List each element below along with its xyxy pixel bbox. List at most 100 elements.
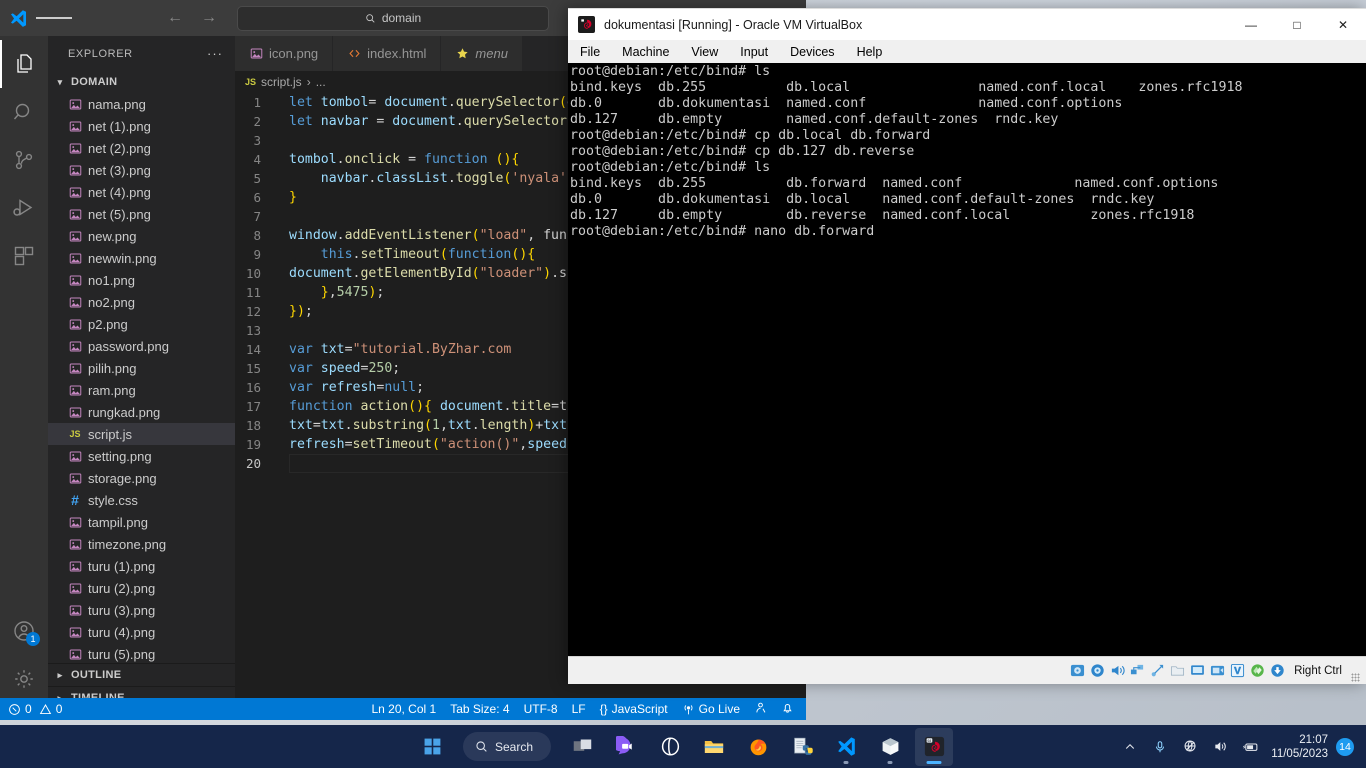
file-item-ram-png[interactable]: ram.png xyxy=(48,379,235,401)
status-go-live[interactable]: Go Live xyxy=(682,702,740,716)
network-globe-icon[interactable] xyxy=(1175,728,1205,766)
file-item-turu-4-png[interactable]: turu (4).png xyxy=(48,621,235,643)
vb-menu-devices[interactable]: Devices xyxy=(790,45,834,59)
virtualbox-menubar[interactable]: File Machine View Input Devices Help xyxy=(568,40,1366,63)
line-text: function action(){ document.title=t xyxy=(289,399,568,414)
explorer-more-actions-icon[interactable]: ··· xyxy=(207,46,223,61)
arrow-right-icon[interactable]: → xyxy=(201,9,217,27)
usb-icon[interactable] xyxy=(1149,662,1166,679)
taskbar-search[interactable]: Search xyxy=(462,732,552,761)
activity-explorer[interactable] xyxy=(0,40,48,88)
file-item-no1-png[interactable]: no1.png xyxy=(48,269,235,291)
file-item-turu-5-png[interactable]: turu (5).png xyxy=(48,643,235,663)
keyboard-icon[interactable] xyxy=(1269,662,1286,679)
hamburger-menu-icon[interactable] xyxy=(36,0,72,36)
activity-extensions[interactable] xyxy=(0,232,48,280)
resize-grip[interactable] xyxy=(1351,673,1360,682)
close-button[interactable]: ✕ xyxy=(1320,9,1366,40)
file-item-turu-3-png[interactable]: turu (3).png xyxy=(48,599,235,621)
mouse-integration-icon[interactable] xyxy=(1249,662,1266,679)
file-list[interactable]: nama.png net (1).png net (2).png net (3).pn… xyxy=(48,93,235,663)
file-item-no2-png[interactable]: no2.png xyxy=(48,291,235,313)
notification-badge[interactable]: 14 xyxy=(1336,737,1354,756)
file-item-new-png[interactable]: new.png xyxy=(48,225,235,247)
file-item-net-1-png[interactable]: net (1).png xyxy=(48,115,235,137)
file-item-net-4-png[interactable]: net (4).png xyxy=(48,181,235,203)
file-item-nama-png[interactable]: nama.png xyxy=(48,93,235,115)
file-item-net-2-png[interactable]: net (2).png xyxy=(48,137,235,159)
vb-menu-view[interactable]: View xyxy=(691,45,718,59)
file-item-timezone-png[interactable]: timezone.png xyxy=(48,533,235,555)
taskbar-chat[interactable] xyxy=(607,728,645,766)
file-item-turu-1-png[interactable]: turu (1).png xyxy=(48,555,235,577)
battery-charging-icon[interactable] xyxy=(1235,728,1265,766)
network-icon[interactable] xyxy=(1129,662,1146,679)
file-item-style-css[interactable]: # style.css xyxy=(48,489,235,511)
file-item-password-png[interactable]: password.png xyxy=(48,335,235,357)
vm-display[interactable]: root@debian:/etc/bind# ls bind.keys db.25… xyxy=(568,63,1366,656)
activity-search[interactable] xyxy=(0,88,48,136)
file-item-net-5-png[interactable]: net (5).png xyxy=(48,203,235,225)
vb-menu-help[interactable]: Help xyxy=(857,45,883,59)
file-item-pilih-png[interactable]: pilih.png xyxy=(48,357,235,379)
hard-disk-icon[interactable] xyxy=(1069,662,1086,679)
status-language-mode[interactable]: {} JavaScript xyxy=(600,702,668,716)
status-cursor-position[interactable]: Ln 20, Col 1 xyxy=(371,702,436,716)
status-remote-window[interactable] xyxy=(754,701,767,717)
minimize-button[interactable]: — xyxy=(1228,9,1274,40)
optical-disk-icon[interactable] xyxy=(1089,662,1106,679)
command-center-search[interactable]: domain xyxy=(237,5,549,31)
activity-settings[interactable] xyxy=(0,655,48,703)
status-eol[interactable]: LF xyxy=(572,702,586,716)
editor-tab-menu[interactable]: menu xyxy=(441,36,523,71)
status-tab-size[interactable]: Tab Size: 4 xyxy=(450,702,509,716)
activity-accounts[interactable]: 1 xyxy=(0,607,48,655)
status-encoding[interactable]: UTF-8 xyxy=(524,702,558,716)
taskbar-file-explorer[interactable] xyxy=(695,728,733,766)
start-button[interactable] xyxy=(413,728,451,766)
vb-menu-machine[interactable]: Machine xyxy=(622,45,669,59)
vb-menu-file[interactable]: File xyxy=(580,45,600,59)
taskbar-virtualbox-manager[interactable] xyxy=(871,728,909,766)
vb-menu-input[interactable]: Input xyxy=(740,45,768,59)
arrow-left-icon[interactable]: ← xyxy=(167,9,183,27)
file-item-turu-2-png[interactable]: turu (2).png xyxy=(48,577,235,599)
taskbar-virtualbox-vm[interactable]: 64 xyxy=(915,727,954,766)
recording-icon[interactable] xyxy=(1209,662,1226,679)
taskbar-browser[interactable] xyxy=(651,728,689,766)
file-item-storage-png[interactable]: storage.png xyxy=(48,467,235,489)
activity-run-debug[interactable] xyxy=(0,184,48,232)
run-and-debug-icon xyxy=(13,199,33,216)
taskbar-clock[interactable]: 21:07 11/05/2023 xyxy=(1265,733,1336,761)
tab-label: icon.png xyxy=(269,46,319,61)
file-item-script-js[interactable]: JS script.js xyxy=(48,423,235,445)
file-item-net-3-png[interactable]: net (3).png xyxy=(48,159,235,181)
folder-section-domain[interactable]: ▾ DOMAIN xyxy=(48,71,235,93)
status-problems[interactable]: 0 0 xyxy=(8,702,62,716)
taskbar-python[interactable] xyxy=(783,728,821,766)
file-item-rungkad-png[interactable]: rungkad.png xyxy=(48,401,235,423)
file-item-tampil-png[interactable]: tampil.png xyxy=(48,511,235,533)
file-label: storage.png xyxy=(88,470,157,486)
speaker-icon[interactable] xyxy=(1205,728,1235,766)
file-item-setting-png[interactable]: setting.png xyxy=(48,445,235,467)
display-icon[interactable] xyxy=(1189,662,1206,679)
shared-folder-icon[interactable] xyxy=(1169,662,1186,679)
virtualization-icon[interactable] xyxy=(1229,662,1246,679)
line-number: 2 xyxy=(253,114,261,129)
editor-tab-index-html[interactable]: index.html xyxy=(333,36,442,71)
editor-tab-icon-png[interactable]: icon.png xyxy=(235,36,334,71)
file-item-p2-png[interactable]: p2.png xyxy=(48,313,235,335)
microphone-icon[interactable] xyxy=(1145,728,1175,766)
file-item-newwin-png[interactable]: newwin.png xyxy=(48,247,235,269)
taskbar-vscode[interactable] xyxy=(827,728,865,766)
show-hidden-icons-button[interactable] xyxy=(1115,728,1145,766)
taskbar-task-view[interactable] xyxy=(563,728,601,766)
activity-source-control[interactable] xyxy=(0,136,48,184)
outline-section[interactable]: ▸ OUTLINE xyxy=(48,663,235,686)
taskbar-firefox[interactable] xyxy=(739,728,777,766)
maximize-button[interactable]: □ xyxy=(1274,9,1320,40)
status-notifications[interactable] xyxy=(781,701,794,717)
audio-icon[interactable] xyxy=(1109,662,1126,679)
warning-count: 0 xyxy=(55,702,63,716)
